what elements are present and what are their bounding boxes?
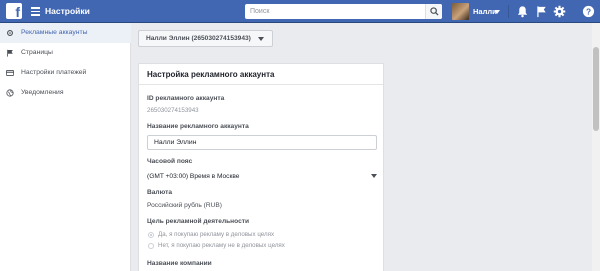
avatar[interactable] [452,3,469,20]
search-input[interactable] [245,4,425,19]
panel-title: Настройка рекламного аккаунта [147,70,275,79]
credit-card-icon [6,70,14,76]
currency-label: Валюта [147,189,172,196]
company-name-label: Название компании [147,260,212,267]
page-scrollbar[interactable] [592,23,600,271]
sidebar-item-label: Уведомления [21,89,64,96]
sidebar-item-pages[interactable]: Страницы [0,43,131,63]
hamburger-icon[interactable] [31,7,40,16]
gear-icon[interactable] [553,5,566,18]
sidebar-item-label: Рекламные аккаунты [21,29,88,36]
svg-text:?: ? [586,6,591,16]
panel-header: Настройка рекламного аккаунта [139,64,383,85]
radio-label: Да, я покупаю рекламу в деловых целях [158,231,275,238]
ad-account-selector-label: Налли Эллин (265030274153943) [146,35,251,42]
account-id-value: 265030274153943 [147,107,199,114]
gear-icon [7,30,13,36]
account-id-label: ID рекламного аккаунта [147,95,225,102]
sidebar-item-ad-accounts[interactable]: Рекламные аккаунты [0,23,131,43]
globe-icon [6,89,14,97]
ad-account-selector[interactable]: Налли Эллин (265030274153943) [138,30,273,47]
flag-icon[interactable] [535,5,548,18]
radio-button[interactable] [148,243,154,249]
radio-button[interactable] [148,232,154,238]
account-name-label: Название рекламного аккаунта [147,123,249,130]
caret-down-icon [371,174,377,178]
search-icon [430,7,439,16]
purpose-radio-non-business[interactable]: Нет, я покупаю рекламу не в деловых целя… [147,241,377,251]
timezone-label: Часовой пояс [147,158,193,165]
caret-down-icon[interactable] [494,10,500,14]
facebook-logo[interactable]: f [6,3,22,19]
help-icon[interactable]: ? [582,5,595,18]
flag-icon [7,49,13,57]
sidebar-item-notifications[interactable]: Уведомления [0,83,131,103]
account-name-input[interactable] [147,135,377,150]
sidebar-item-payment-settings[interactable]: Настройки платежей [0,63,131,83]
top-navigation-bar: f Настройки Налли [0,0,600,23]
currency-value: Российский рубль (RUB) [147,202,222,209]
timezone-select[interactable]: (GMT +03:00) Время в Москве [147,169,377,184]
divider [508,5,509,18]
search-button[interactable] [425,4,442,19]
purpose-label: Цель рекламной деятельности [147,218,250,225]
sidebar-item-label: Страницы [21,49,53,56]
radio-label: Нет, я покупаю рекламу не в деловых целя… [158,242,285,249]
search-box [245,4,442,19]
timezone-value: (GMT +03:00) Время в Москве [147,173,240,180]
ad-account-settings-panel: Настройка рекламного аккаунта ID рекламн… [138,63,384,271]
settings-sidebar: Рекламные аккаунты Страницы Настройки пл… [0,23,131,271]
caret-down-icon [258,37,264,41]
scrollbar-thumb[interactable] [593,47,599,131]
purpose-radio-business[interactable]: Да, я покупаю рекламу в деловых целях [147,230,377,240]
page-title: Настройки [45,6,90,16]
bell-icon[interactable] [516,5,529,18]
sidebar-item-label: Настройки платежей [21,69,87,76]
